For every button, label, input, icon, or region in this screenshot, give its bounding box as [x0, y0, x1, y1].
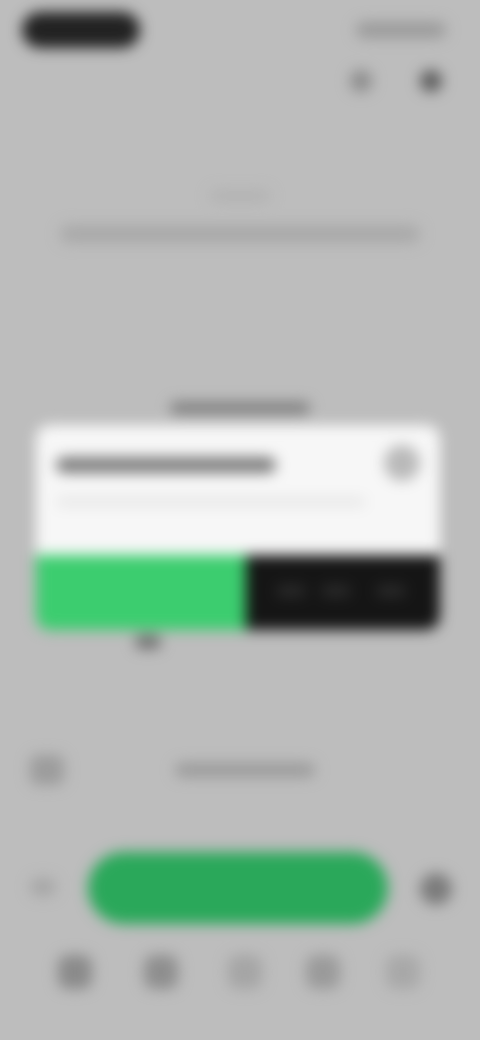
page-title: [60, 225, 420, 243]
player-label: [175, 763, 315, 777]
footer-glyph: [321, 585, 351, 597]
card-body: [56, 497, 366, 507]
player-back-icon[interactable]: [30, 878, 56, 896]
promo-card[interactable]: [36, 425, 440, 630]
primary-button[interactable]: [88, 852, 388, 924]
accent-panel: [36, 555, 246, 630]
settings-icon[interactable]: [420, 70, 442, 92]
status-bar-pill: [22, 12, 140, 48]
card-title: [56, 457, 276, 473]
player-left-icon[interactable]: [30, 755, 64, 785]
footer-glyph: [276, 585, 306, 597]
home-icon[interactable]: [58, 955, 92, 989]
player-forward-icon[interactable]: [420, 873, 452, 905]
card-footer: [36, 555, 440, 630]
activity-icon[interactable]: [306, 955, 340, 989]
indicator-icon: [135, 635, 161, 649]
library-icon[interactable]: [144, 955, 178, 989]
section-title: [170, 402, 310, 414]
profile-icon[interactable]: [350, 70, 372, 92]
more-icon[interactable]: [386, 955, 420, 989]
search-icon[interactable]: [228, 955, 262, 989]
card-header: [36, 425, 440, 555]
page-subtitle: [210, 190, 270, 202]
status-bar-system: [356, 22, 446, 38]
help-icon[interactable]: [384, 445, 420, 481]
footer-glyph: [376, 585, 406, 597]
app-screen: [0, 0, 480, 1040]
